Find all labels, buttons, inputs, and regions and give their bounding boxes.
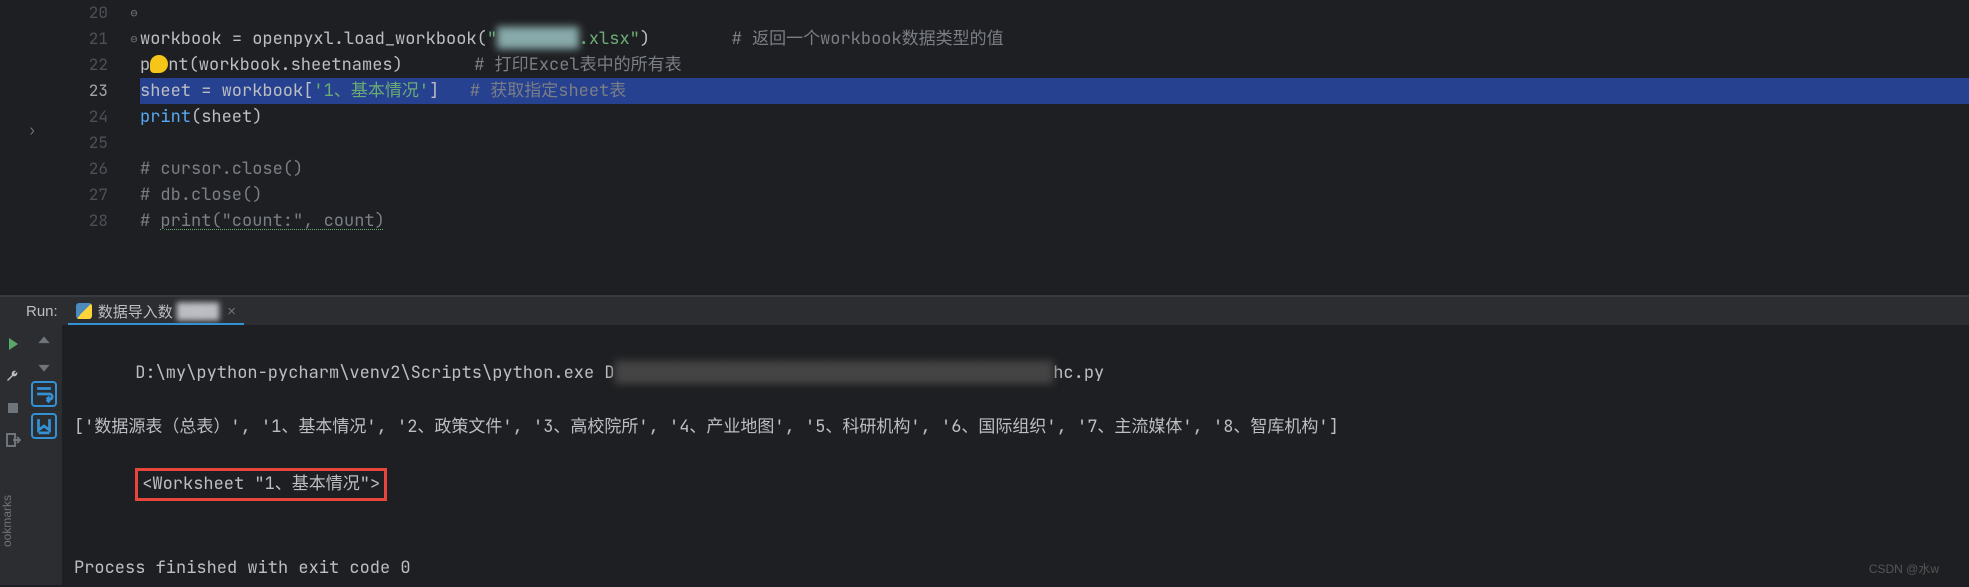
python-icon [76,303,92,319]
code-line[interactable]: # print("count:", count) [140,208,1969,234]
console-line: ['数据源表（总表）', '1、基本情况', '2、政策文件', '3、高校院所… [74,414,1957,441]
run-tab-name: 数据导入数 [98,301,173,322]
editor-pane[interactable]: › 202122232425262728 ⊖⊖ workbook = openp… [0,0,1969,295]
code-line[interactable] [140,0,1969,26]
scroll-to-end-icon[interactable] [31,413,57,439]
code-area[interactable]: workbook = openpyxl.load_workbook("█████… [140,0,1969,234]
structure-marker[interactable]: › [28,122,36,140]
run-tab[interactable]: 数据导入数 ████ × [68,297,244,325]
console-line: Process finished with exit code 0 [74,555,1957,582]
code-line[interactable]: # cursor.close() [140,156,1969,182]
exit-icon[interactable] [2,429,24,451]
code-line[interactable]: # db.close() [140,182,1969,208]
code-line[interactable]: pnt(workbook.sheetnames) # 打印Excel表中的所有表 [140,52,1969,78]
console-line: <Worksheet "1、基本情况"> [74,441,1957,528]
lightbulb-icon[interactable] [150,55,168,73]
soft-wrap-icon[interactable] [31,381,57,407]
code-line[interactable]: workbook = openpyxl.load_workbook("█████… [140,26,1969,52]
console-output[interactable]: D:\my\python-pycharm\venv2\Scripts\pytho… [62,325,1969,585]
code-line[interactable]: sheet = workbook['1、基本情况'] # 获取指定sheet表 [140,78,1969,104]
play-button[interactable] [2,333,24,355]
editor-left-edge: › [0,0,26,295]
run-label: Run: [26,303,58,320]
scroll-down-icon[interactable] [35,357,53,375]
code-line[interactable] [140,130,1969,156]
console-line [74,528,1957,555]
console-line: D:\my\python-pycharm\venv2\Scripts\pytho… [74,333,1957,414]
close-icon[interactable]: × [227,303,236,320]
console-panel: D:\my\python-pycharm\venv2\Scripts\pytho… [0,325,1969,585]
run-toolbar: Run: 数据导入数 ████ × [0,297,1969,325]
code-line[interactable]: print(sheet) [140,104,1969,130]
bookmarks-tab[interactable]: ookmarks [0,495,14,547]
scroll-up-icon[interactable] [35,333,53,351]
console-tool-column [26,325,62,585]
line-gutter[interactable]: 202122232425262728 [40,0,126,234]
stop-button[interactable] [2,397,24,419]
highlighted-output: <Worksheet "1、基本情况"> [135,468,387,501]
wrench-icon[interactable] [2,365,24,387]
watermark: CSDN @水w [1869,560,1939,577]
run-tab-blur: ████ [177,303,220,320]
